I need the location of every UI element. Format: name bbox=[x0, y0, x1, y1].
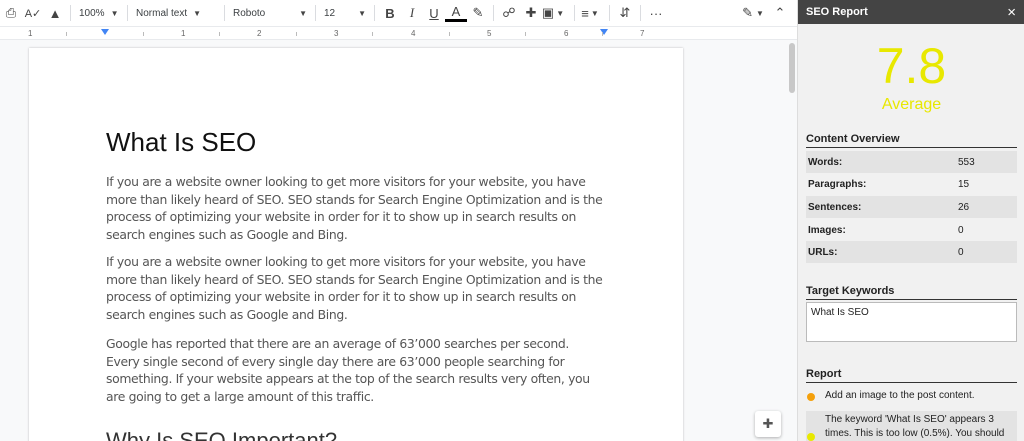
toolbar-divider bbox=[640, 5, 641, 21]
document-paragraph[interactable]: Google has reported that there are an av… bbox=[106, 335, 606, 405]
toolbar-divider bbox=[374, 5, 375, 21]
ruler-number: 5 bbox=[487, 29, 492, 38]
style-value: Normal text bbox=[136, 7, 188, 19]
chevron-down-icon: ▼ bbox=[110, 8, 119, 18]
sidebar-title: SEO Report bbox=[806, 6, 868, 18]
font-size-select[interactable]: 12 ▼ bbox=[320, 2, 370, 24]
highlight-icon[interactable]: ✎ bbox=[467, 2, 489, 24]
spellcheck-icon[interactable]: A✓ bbox=[22, 2, 44, 24]
report-item-text: Add an image to the post content. bbox=[825, 390, 975, 401]
chevron-down-icon: ▼ bbox=[358, 8, 366, 18]
document-paragraph[interactable]: If you are a website owner looking to ge… bbox=[106, 173, 606, 243]
toolbar-divider bbox=[127, 5, 128, 21]
overview-value: 0 bbox=[958, 246, 964, 258]
scrollbar-thumb[interactable] bbox=[789, 43, 795, 93]
overview-label: Images: bbox=[808, 224, 846, 236]
align-left-icon[interactable]: ≡ ▼ bbox=[579, 2, 601, 24]
overview-row-sentences: Sentences: 26 bbox=[806, 196, 1017, 218]
target-keywords-input[interactable]: What Is SEO bbox=[806, 302, 1017, 342]
ruler-tick bbox=[602, 32, 603, 36]
overview-label: Words: bbox=[808, 156, 843, 168]
explore-button[interactable]: ✚ bbox=[755, 411, 781, 437]
toolbar-divider bbox=[224, 5, 225, 21]
ruler-tick bbox=[66, 32, 67, 36]
paint-format-icon[interactable]: ▲ bbox=[44, 2, 66, 24]
overview-label: Sentences: bbox=[808, 201, 862, 213]
zoom-value: 100% bbox=[79, 7, 105, 19]
overview-row-urls: URLs: 0 bbox=[806, 241, 1017, 263]
italic-icon[interactable]: I bbox=[401, 2, 423, 24]
zoom-select[interactable]: 100% ▼ bbox=[75, 2, 123, 24]
ruler-tick bbox=[449, 32, 450, 36]
document-page[interactable]: What Is SEO If you are a website owner l… bbox=[29, 48, 683, 441]
overview-label: URLs: bbox=[808, 246, 838, 258]
ruler-tick bbox=[143, 32, 144, 36]
overview-value: 0 bbox=[958, 224, 964, 236]
overview-value: 15 bbox=[958, 178, 970, 190]
ruler-number: 1 bbox=[28, 29, 33, 38]
collapse-icon[interactable]: ⌃ bbox=[769, 2, 791, 24]
edit-mode-icon[interactable]: ✎ ▼ bbox=[737, 2, 769, 24]
document-paragraph[interactable]: If you are a website owner looking to ge… bbox=[106, 253, 606, 323]
report-item: The keyword 'What Is SEO' appears 3 time… bbox=[806, 411, 1017, 441]
font-select[interactable]: Roboto ▼ bbox=[229, 2, 311, 24]
document-area: What Is SEO If you are a website owner l… bbox=[0, 41, 797, 441]
document-title[interactable]: What Is SEO bbox=[106, 127, 256, 158]
style-select[interactable]: Normal text ▼ bbox=[132, 2, 220, 24]
ruler-number: 4 bbox=[411, 29, 416, 38]
overview-row-words: Words: 553 bbox=[806, 151, 1017, 173]
toolbar-divider bbox=[315, 5, 316, 21]
ruler-number: 3 bbox=[334, 29, 339, 38]
chevron-down-icon: ▼ bbox=[193, 8, 202, 18]
ruler-number: 1 bbox=[181, 29, 186, 38]
ruler: 1 1 2 3 4 5 6 7 bbox=[0, 26, 797, 40]
chevron-down-icon: ▼ bbox=[299, 8, 307, 18]
overview-value: 553 bbox=[958, 156, 975, 168]
ruler-tick bbox=[372, 32, 373, 36]
toolbar-divider bbox=[609, 5, 610, 21]
bold-icon[interactable]: B bbox=[379, 2, 401, 24]
toolbar-divider bbox=[493, 5, 494, 21]
app-window: ⎙ A✓ ▲ 100% ▼ Normal text ▼ Roboto ▼ 12 ▼ B … bbox=[0, 0, 1024, 441]
font-value: Roboto bbox=[233, 7, 266, 19]
toolbar: ⎙ A✓ ▲ 100% ▼ Normal text ▼ Roboto ▼ 12 ▼ B … bbox=[0, 0, 797, 26]
sidebar-header: SEO Report × bbox=[798, 0, 1024, 24]
report-item-text: The keyword 'What Is SEO' appears 3 time… bbox=[825, 414, 1005, 439]
warning-dot-icon bbox=[807, 393, 815, 401]
seo-score-label: Average bbox=[881, 96, 942, 113]
overview-label: Paragraphs: bbox=[808, 178, 867, 190]
report-heading: Report bbox=[806, 368, 1017, 383]
ruler-tick bbox=[525, 32, 526, 36]
indent-marker[interactable] bbox=[101, 29, 109, 35]
document-scrollbar[interactable] bbox=[787, 41, 797, 441]
print-icon[interactable]: ⎙ bbox=[0, 2, 22, 24]
underline-icon[interactable]: U bbox=[423, 2, 445, 24]
toolbar-divider bbox=[574, 5, 575, 21]
ruler-number: 7 bbox=[640, 29, 645, 38]
seo-score: 7.8 bbox=[876, 38, 947, 94]
ruler-tick bbox=[219, 32, 220, 36]
image-icon[interactable]: ▣ ▼ bbox=[542, 2, 564, 24]
overview-row-images: Images: 0 bbox=[806, 219, 1017, 241]
warning-dot-icon bbox=[807, 433, 815, 441]
ruler-tick bbox=[296, 32, 297, 36]
more-icon[interactable]: ··· bbox=[645, 2, 667, 24]
close-icon[interactable]: × bbox=[1007, 4, 1016, 21]
line-spacing-icon[interactable]: ⇵ bbox=[614, 2, 636, 24]
target-keywords-heading: Target Keywords bbox=[806, 285, 1017, 300]
content-overview-heading: Content Overview bbox=[806, 133, 1017, 148]
explore-icon: ✚ bbox=[762, 416, 774, 431]
text-color-icon[interactable]: A bbox=[445, 4, 467, 22]
ruler-number: 6 bbox=[564, 29, 569, 38]
document-heading[interactable]: Why Is SEO Important? bbox=[106, 428, 337, 441]
seo-report-sidebar: SEO Report × 7.8 Average Content Overvie… bbox=[797, 0, 1024, 441]
comment-icon[interactable]: ✚ bbox=[520, 2, 542, 24]
toolbar-divider bbox=[70, 5, 71, 21]
overview-value: 26 bbox=[958, 201, 970, 213]
ruler-number: 2 bbox=[257, 29, 262, 38]
link-icon[interactable]: ☍ bbox=[498, 2, 520, 24]
report-item: Add an image to the post content. bbox=[806, 390, 1017, 408]
font-size-value: 12 bbox=[324, 7, 336, 19]
overview-row-paragraphs: Paragraphs: 15 bbox=[806, 173, 1017, 195]
